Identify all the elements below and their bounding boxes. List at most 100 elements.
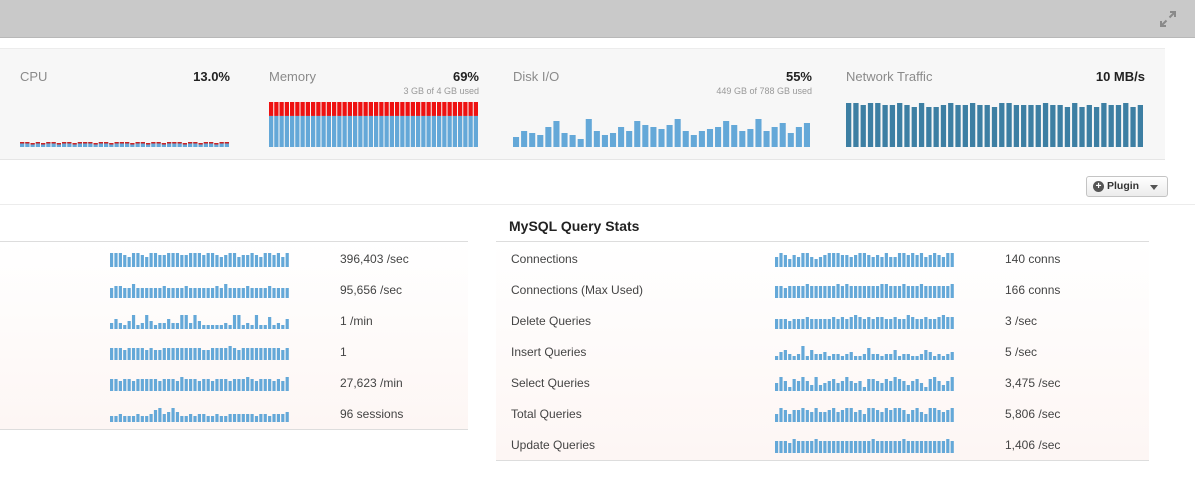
spark-bar	[224, 323, 228, 329]
spark-bar	[902, 284, 906, 298]
table-row[interactable]: Select Queries 3,475 /sec	[496, 366, 1149, 397]
spark-bar	[114, 253, 118, 267]
table-row[interactable]: 396,403 /sec	[0, 242, 468, 273]
table-row[interactable]: Insert Queries 5 /sec	[496, 335, 1149, 366]
spark-bar	[775, 319, 779, 329]
spark-bar	[123, 379, 127, 391]
spark-bar	[924, 286, 928, 298]
disk-metric: Disk I/O 55% 449 GB of 788 GB used	[513, 69, 812, 147]
spark-bar-peak	[182, 143, 187, 145]
spark-bar	[210, 416, 215, 422]
spark-bar	[805, 284, 809, 298]
memory-bar-used	[384, 102, 389, 116]
spark-bar	[136, 288, 140, 298]
table-row[interactable]: 1	[0, 335, 468, 366]
spark-bar	[915, 286, 919, 298]
spark-bar	[706, 129, 714, 147]
spark-bar	[937, 255, 941, 267]
spark-bar	[911, 356, 915, 360]
spark-bar	[158, 381, 162, 391]
spark-bar-peak	[93, 143, 98, 145]
table-row[interactable]: 1 /min	[0, 304, 468, 335]
spark-bar-peak	[46, 142, 51, 144]
spark-bar	[254, 348, 259, 360]
memory-bar-free	[300, 115, 305, 147]
spark-bar	[193, 348, 197, 360]
row-value: 1	[340, 345, 347, 359]
spark-bar	[259, 379, 263, 391]
plugin-dropdown-button[interactable]: + Plugin	[1086, 176, 1168, 197]
spark-bar-peak	[172, 142, 177, 144]
table-row[interactable]: 27,623 /min	[0, 366, 468, 397]
spark-bar	[860, 105, 866, 147]
row-value: 96 sessions	[340, 407, 404, 421]
spark-bar	[232, 348, 237, 360]
spark-bar	[933, 107, 939, 147]
spark-bar	[215, 255, 219, 267]
memory-value: 69%	[452, 69, 479, 84]
spark-bar	[202, 379, 206, 391]
spark-bar	[162, 286, 166, 298]
spark-bar	[114, 379, 118, 391]
spark-bar	[897, 356, 902, 360]
disk-label: Disk I/O	[513, 69, 560, 84]
spark-bar	[810, 412, 814, 422]
spark-bar	[1064, 107, 1071, 147]
expand-icon[interactable]	[1159, 10, 1177, 28]
spark-bar	[805, 317, 809, 329]
memory-bar-free	[426, 115, 431, 147]
spark-bar	[281, 257, 285, 267]
spark-bar	[889, 354, 893, 360]
spark-bar	[906, 354, 910, 360]
table-row[interactable]: Delete Queries 3 /sec	[496, 304, 1149, 335]
spark-bar	[237, 288, 241, 298]
spark-bar	[149, 348, 153, 360]
table-row[interactable]: 96 sessions	[0, 397, 468, 428]
spark-bar	[862, 354, 866, 360]
spark-bar	[206, 416, 210, 422]
spark-bar	[577, 139, 584, 147]
spark-bar-peak	[209, 142, 214, 144]
spark-bar	[114, 319, 118, 329]
spark-bar	[228, 325, 232, 329]
spark-bar	[897, 379, 902, 391]
spark-bar	[832, 441, 836, 453]
spark-bar	[889, 257, 893, 267]
spark-bar	[254, 381, 259, 391]
spark-bar	[145, 416, 149, 422]
spark-bar	[197, 414, 201, 422]
spark-bar	[941, 356, 946, 360]
spark-bar	[801, 253, 805, 267]
spark-bar	[153, 253, 158, 267]
spark-bar	[845, 354, 849, 360]
spark-bar	[884, 379, 888, 391]
table-row[interactable]: Total Queries 5,806 /sec	[496, 397, 1149, 428]
spark-bar	[928, 379, 932, 391]
spark-bar	[153, 288, 158, 298]
table-row[interactable]: Update Queries 1,406 /sec	[496, 428, 1149, 459]
spark-bar	[783, 288, 787, 298]
table-row[interactable]: Connections (Max Used) 166 conns	[496, 273, 1149, 304]
memory-bar-used	[337, 102, 342, 116]
spark-bar	[871, 286, 875, 298]
spark-bar	[259, 348, 263, 360]
table-row[interactable]: Connections 140 conns	[496, 242, 1149, 273]
spark-bar	[215, 348, 219, 360]
spark-bar	[171, 379, 175, 391]
table-row[interactable]: 95,656 /sec	[0, 273, 468, 304]
cpu-label: CPU	[20, 69, 48, 84]
spark-bar	[906, 286, 910, 298]
spark-bar	[783, 381, 787, 391]
spark-bar	[158, 255, 162, 267]
row-sparkline	[775, 253, 954, 267]
spark-bar	[763, 131, 770, 147]
spark-bar	[545, 127, 552, 147]
memory-bar-used	[426, 102, 431, 116]
spark-bar	[889, 286, 893, 298]
spark-bar	[796, 286, 801, 298]
memory-bar-used	[300, 102, 305, 116]
spark-bar-peak	[25, 142, 30, 144]
spark-bar	[941, 286, 946, 298]
spark-bar	[775, 383, 779, 391]
spark-bar	[779, 123, 786, 147]
